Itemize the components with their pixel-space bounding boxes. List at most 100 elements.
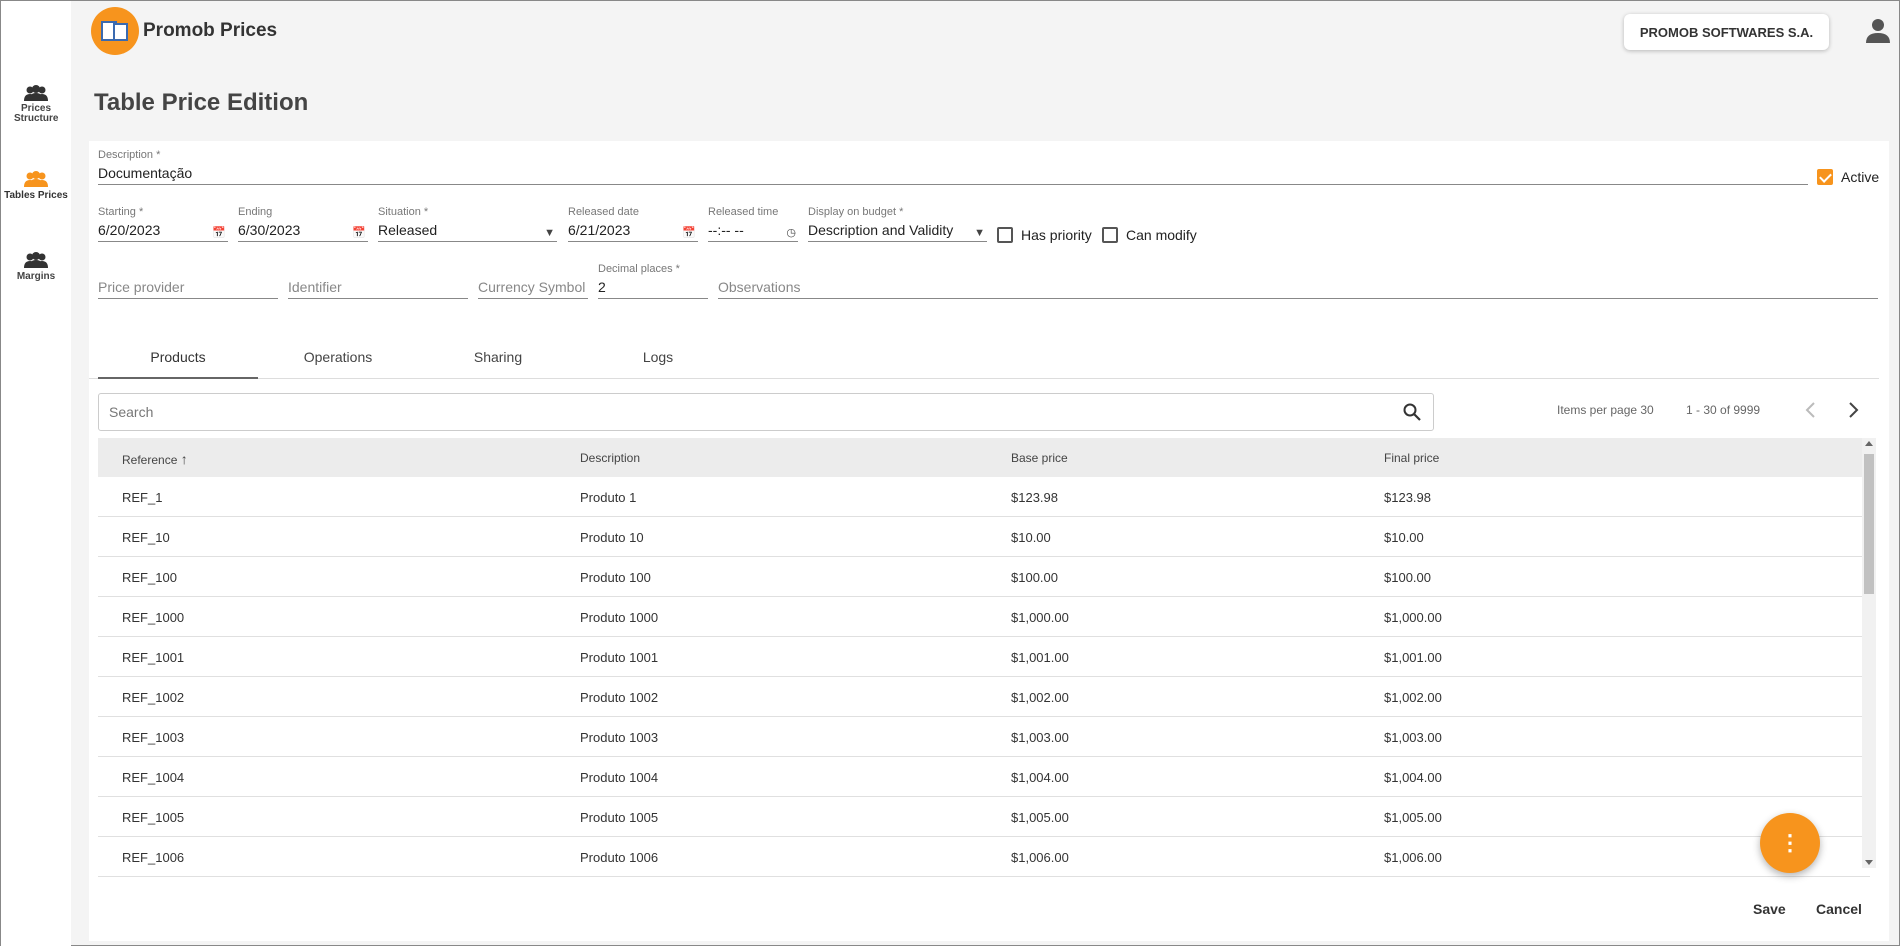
calendar-icon[interactable]: 📅: [352, 223, 366, 243]
clock-icon[interactable]: ◷: [786, 223, 796, 243]
search-icon[interactable]: [1403, 403, 1421, 421]
table-cell: $123.98: [1384, 490, 1431, 505]
more-actions-fab[interactable]: ⋮: [1760, 813, 1820, 873]
table-cell: $1,000.00: [1011, 610, 1069, 625]
scroll-down-arrow-icon[interactable]: [1865, 860, 1873, 865]
people-icon: [24, 171, 48, 187]
table-cell: $1,006.00: [1384, 850, 1442, 865]
table-cell: REF_1001: [122, 650, 185, 665]
decimal-places-field[interactable]: Decimal places * 2: [598, 263, 708, 299]
active-checkbox[interactable]: Active: [1817, 169, 1879, 185]
table-row[interactable]: REF_1001 Produto 1001 $1,001.00 $1,001.00: [98, 637, 1870, 677]
price-provider-field[interactable]: Price provider: [98, 263, 278, 299]
sort-arrow-up-icon: ↑: [180, 451, 188, 467]
starting-date-field[interactable]: Starting * 6/20/2023 📅: [98, 206, 228, 242]
next-page-button[interactable]: [1840, 397, 1866, 423]
table-cell: $1,003.00: [1384, 730, 1442, 745]
dropdown-arrow-icon: ▼: [544, 227, 555, 239]
products-table: Reference ↑ Description Base price Final…: [98, 438, 1870, 877]
page-title: Table Price Edition: [94, 89, 309, 116]
table-cell: Produto 1002: [580, 690, 659, 705]
released-date-field[interactable]: Released date 6/21/2023 📅: [568, 206, 698, 242]
tab-sharing[interactable]: Sharing: [418, 336, 578, 379]
table-row[interactable]: REF_1002 Produto 1002 $1,002.00 $1,002.00: [98, 677, 1870, 717]
sidebar-item-label: Prices Structure: [14, 103, 59, 124]
table-header: Reference ↑ Description Base price Final…: [98, 438, 1870, 477]
table-cell: Produto 1001: [580, 650, 659, 665]
table-cell: $100.00: [1384, 570, 1431, 585]
column-header-base-price[interactable]: Base price: [1011, 451, 1068, 465]
table-row[interactable]: REF_1003 Produto 1003 $1,003.00 $1,003.00: [98, 717, 1870, 757]
column-header-reference[interactable]: Reference ↑: [122, 451, 188, 467]
save-button[interactable]: Save: [1753, 901, 1786, 917]
search-input[interactable]: [99, 394, 1379, 430]
sidebar-item-margins[interactable]: Margins: [1, 252, 71, 282]
currency-symbol-field[interactable]: Currency Symbol: [478, 263, 588, 299]
sidebar-item-label: Margins: [16, 271, 56, 282]
table-cell: Produto 10: [580, 530, 644, 545]
table-scrollbar[interactable]: [1862, 438, 1876, 868]
table-row[interactable]: REF_100 Produto 100 $100.00 $100.00: [98, 557, 1870, 597]
table-cell: $1,002.00: [1384, 690, 1442, 705]
tab-operations[interactable]: Operations: [258, 336, 418, 379]
tab-products[interactable]: Products: [98, 336, 258, 379]
sidebar-item-tables-prices[interactable]: Tables Prices: [1, 171, 71, 201]
situation-select[interactable]: Situation * Released ▼: [378, 206, 557, 242]
people-icon: [24, 85, 48, 101]
column-header-final-price[interactable]: Final price: [1384, 451, 1439, 465]
table-row[interactable]: REF_10 Produto 10 $10.00 $10.00: [98, 517, 1870, 557]
observations-field[interactable]: Observations: [718, 263, 1878, 299]
table-cell: Produto 1004: [580, 770, 659, 785]
table-body: REF_1 Produto 1 $123.98 $123.98 REF_10 Produt…: [98, 477, 1870, 877]
tab-logs[interactable]: Logs: [578, 336, 738, 379]
table-cell: Produto 1005: [580, 810, 659, 825]
table-cell: $100.00: [1011, 570, 1058, 585]
table-row[interactable]: REF_1004 Produto 1004 $1,004.00 $1,004.00: [98, 757, 1870, 797]
table-row[interactable]: REF_1006 Produto 1006 $1,006.00 $1,006.00: [98, 837, 1870, 877]
display-on-budget-select[interactable]: Display on budget * Description and Vali…: [808, 206, 987, 242]
table-cell: REF_1000: [122, 610, 185, 625]
table-cell: $1,004.00: [1384, 770, 1442, 785]
description-input[interactable]: Documentação: [98, 163, 1808, 185]
table-cell: REF_10: [122, 530, 170, 545]
sidebar-item-prices-structure[interactable]: Prices Structure: [1, 85, 71, 124]
dropdown-arrow-icon: ▼: [974, 227, 985, 239]
sidebar-item-label: Tables Prices: [4, 190, 68, 201]
scrollbar-thumb[interactable]: [1864, 454, 1874, 594]
page-range: 1 - 30 of 9999: [1686, 403, 1761, 417]
checkbox-empty-icon: [1102, 227, 1118, 243]
table-cell: $1,003.00: [1011, 730, 1069, 745]
table-row[interactable]: REF_1 Produto 1 $123.98 $123.98: [98, 477, 1870, 517]
edit-card: Description * Documentação Active Starti…: [89, 141, 1889, 941]
calendar-icon[interactable]: 📅: [682, 223, 696, 243]
chevron-right-icon: [1849, 402, 1859, 418]
table-row[interactable]: REF_1000 Produto 1000 $1,000.00 $1,000.00: [98, 597, 1870, 637]
user-account-icon[interactable]: [1863, 15, 1893, 45]
has-priority-checkbox[interactable]: Has priority: [997, 227, 1092, 243]
table-cell: REF_1: [122, 490, 163, 505]
table-cell: $1,005.00: [1384, 810, 1442, 825]
calendar-icon[interactable]: 📅: [212, 223, 226, 243]
identifier-field[interactable]: Identifier: [288, 263, 468, 299]
table-cell: Produto 1003: [580, 730, 659, 745]
table-cell: $1,000.00: [1384, 610, 1442, 625]
table-cell: $1,006.00: [1011, 850, 1069, 865]
table-cell: REF_1006: [122, 850, 185, 865]
people-icon: [24, 252, 48, 268]
ending-date-field[interactable]: Ending 6/30/2023 📅: [238, 206, 368, 242]
released-time-field[interactable]: Released time --:-- -- ◷: [708, 206, 798, 242]
items-per-page[interactable]: Items per page 30: [1557, 403, 1654, 417]
company-button[interactable]: PROMOB SOFTWARES S.A.: [1624, 14, 1829, 50]
table-cell: REF_1005: [122, 810, 185, 825]
table-cell: $123.98: [1011, 490, 1058, 505]
checkbox-empty-icon: [997, 227, 1013, 243]
scroll-up-arrow-icon[interactable]: [1865, 441, 1873, 446]
description-field[interactable]: Description * Documentação: [98, 149, 1808, 185]
table-cell: $10.00: [1384, 530, 1424, 545]
cancel-button[interactable]: Cancel: [1816, 901, 1862, 917]
can-modify-checkbox[interactable]: Can modify: [1102, 227, 1197, 243]
previous-page-button[interactable]: [1798, 397, 1824, 423]
column-header-description[interactable]: Description: [580, 451, 640, 465]
tabs: Products Operations Sharing Logs: [89, 336, 1879, 379]
table-row[interactable]: REF_1005 Produto 1005 $1,005.00 $1,005.00: [98, 797, 1870, 837]
